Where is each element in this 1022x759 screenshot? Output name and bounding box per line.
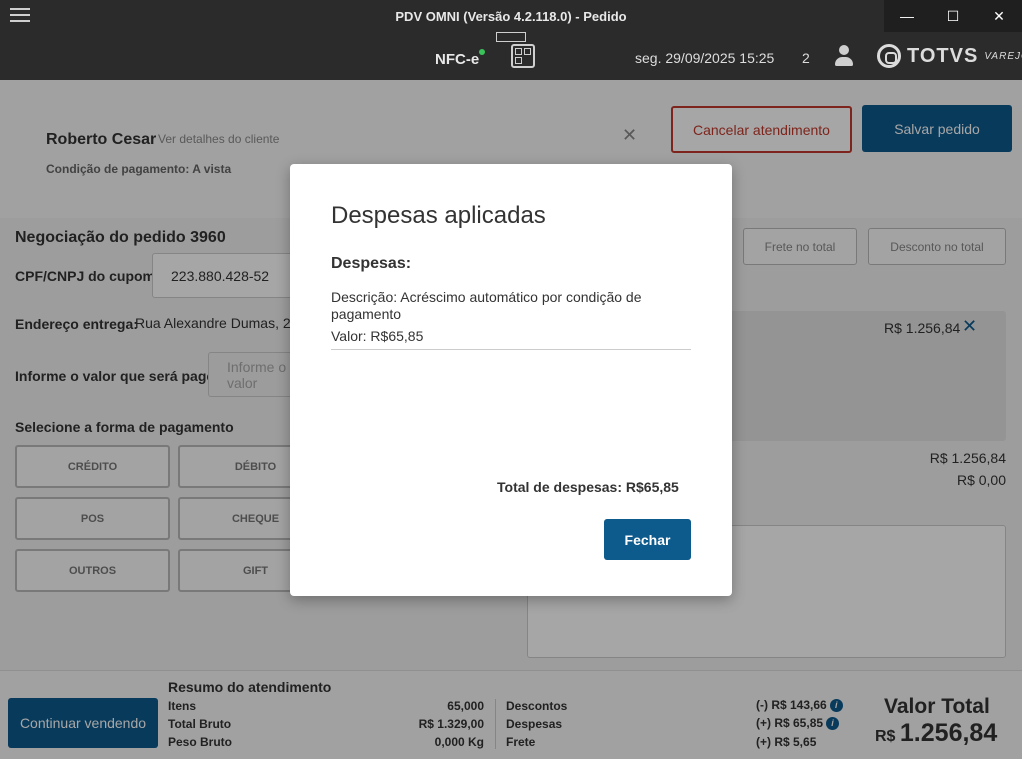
brand-name: TOTVS <box>907 44 979 67</box>
close-modal-button[interactable]: Fechar <box>604 519 691 560</box>
printer-icon[interactable] <box>496 32 526 42</box>
expenses-modal: Despesas aplicadas Despesas: Descrição: … <box>290 164 732 596</box>
totvs-logo-icon <box>877 44 901 68</box>
user-count: 2 <box>802 50 810 66</box>
modal-divider <box>331 349 691 350</box>
brand-logo: TOTVS VAREJO <box>877 44 1022 68</box>
maximize-icon[interactable]: ☐ <box>930 0 976 32</box>
qr-code-icon[interactable] <box>511 44 535 68</box>
modal-title: Despesas aplicadas <box>331 202 546 229</box>
minimize-icon[interactable]: — <box>884 0 930 32</box>
nfce-label: NFC-e <box>435 51 480 68</box>
expense-value: Valor: R$65,85 <box>331 328 424 344</box>
close-window-icon[interactable]: ✕ <box>976 0 1022 32</box>
nfce-status-dot <box>479 49 485 55</box>
expenses-total: Total de despesas: R$65,85 <box>497 479 679 495</box>
expense-description: Descrição: Acréscimo automático por cond… <box>331 289 642 322</box>
modal-subtitle: Despesas: <box>331 255 412 272</box>
datetime: seg. 29/09/2025 15:25 <box>635 50 775 66</box>
user-icon[interactable] <box>835 45 853 67</box>
window-title: PDV OMNI (Versão 4.2.118.0) - Pedido <box>395 9 627 24</box>
window-controls: — ☐ ✕ <box>884 0 1022 32</box>
title-bar: PDV OMNI (Versão 4.2.118.0) - Pedido — ☐… <box>0 0 1022 80</box>
brand-sub: VAREJO <box>984 50 1022 62</box>
